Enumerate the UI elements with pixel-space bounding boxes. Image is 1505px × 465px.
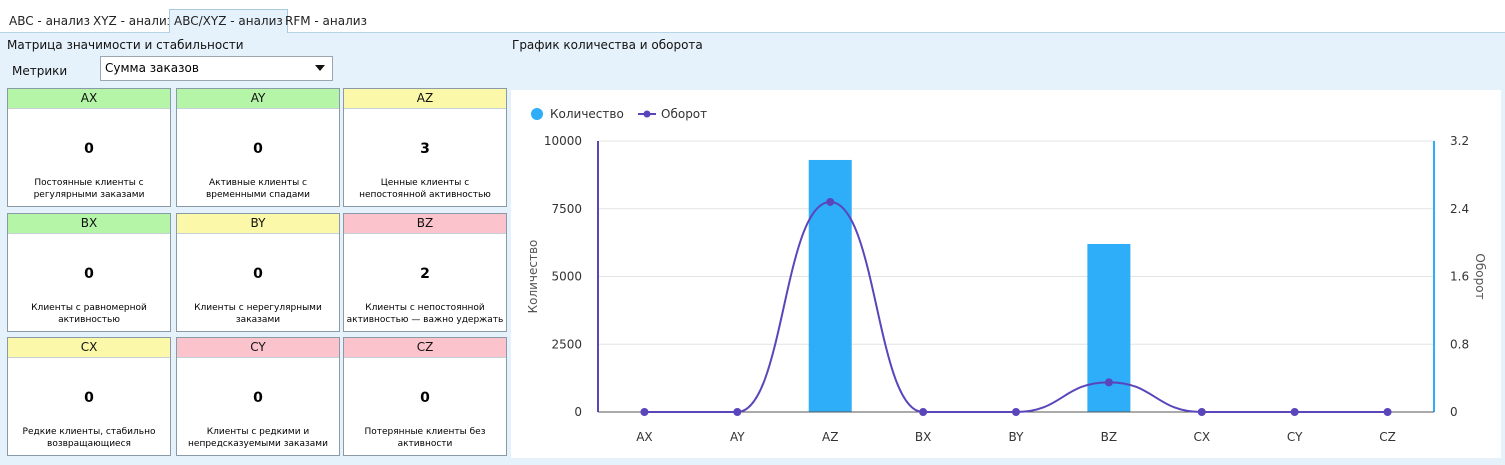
matrix-cell-value: 0 [253, 266, 263, 282]
turnover-point-cz [1383, 408, 1392, 416]
matrix-cell-by[interactable]: BY 0 Клиенты с нерегулярными заказами [176, 213, 340, 332]
matrix-cell-header: AZ [344, 89, 506, 109]
matrix-cell-value: 0 [84, 390, 94, 406]
matrix-cell-description: Клиенты с равномерной активностью [31, 303, 147, 325]
matrix-title: Матрица значимости и стабильности [7, 38, 244, 52]
matrix-cell-header: CZ [344, 338, 506, 358]
matrix-cell-ay[interactable]: AY 0 Активные клиенты с временными спадами [176, 88, 340, 207]
y2-tick-label: 0 [1450, 405, 1458, 419]
matrix-cell-header: BY [177, 214, 339, 234]
turnover-point-ax [640, 408, 649, 416]
matrix-cell-description: Клиенты с редкими и непредсказуемыми зак… [188, 427, 328, 449]
x-tick-label: CX [1193, 430, 1210, 444]
tab-xyz[interactable]: XYZ - анализ [89, 11, 177, 33]
x-tick-label: AZ [822, 430, 838, 444]
y-tick-label: 10000 [544, 134, 582, 148]
y2-tick-label: 1.6 [1450, 270, 1469, 284]
turnover-point-bx [919, 408, 928, 416]
matrix-cell-header: AX [8, 89, 170, 109]
matrix-cell-cx[interactable]: CX 0 Редкие клиенты, стабильно возвращающи… [7, 337, 171, 456]
matrix-cell-bz[interactable]: BZ 2 Клиенты с непостоянной активностью — … [343, 213, 507, 332]
turnover-line [644, 200, 1388, 414]
y-tick-label: 5000 [551, 270, 582, 284]
matrix-cell-description: Постоянные клиенты с регулярными заказам… [33, 178, 145, 200]
bar-bz [1087, 243, 1131, 412]
x-tick-label: CY [1287, 430, 1303, 444]
y-tick-label: 2500 [551, 337, 582, 351]
matrix-cell-bx[interactable]: BX 0 Клиенты с равномерной активностью [7, 213, 171, 332]
quantity-turnover-chart: 0 2500 5000 7500 10000 0 0.8 1.6 2.4 3.2 AX AY AZ BX B… [526, 107, 1487, 444]
x-tick-label: BZ [1101, 430, 1117, 444]
analysis-panel: Матрица значимости и стабильности График… [0, 33, 1505, 465]
turnover-point-bz [1104, 378, 1113, 387]
y-tick-label: 0 [574, 405, 582, 419]
turnover-point-by [1012, 408, 1020, 416]
bar-az [808, 159, 852, 412]
y2-tick-label: 0.8 [1450, 337, 1469, 351]
turnover-point-az [826, 197, 835, 206]
x-tick-label: BY [1009, 430, 1025, 444]
x-tick-label: BX [915, 430, 931, 444]
matrix-cell-header: AY [177, 89, 339, 109]
legend-label-turnover: Оборот [661, 107, 707, 121]
tab-abc-xyz[interactable]: ABC/XYZ - анализ [169, 9, 288, 33]
x-tick-label: AY [730, 430, 745, 444]
matrix-cell-description: Ценные клиенты с непостоянной активность… [359, 178, 491, 200]
x-tick-label: AX [636, 430, 652, 444]
tab-abc[interactable]: ABC - анализ [5, 11, 94, 33]
matrix-cell-description: Потерянные клиенты без активности [364, 427, 486, 449]
matrix-cell-description: Активные клиенты с временными спадами [206, 178, 310, 200]
legend-line-dot [643, 110, 651, 118]
matrix-cell-value: 0 [253, 141, 263, 157]
y2-tick-label: 2.4 [1450, 202, 1469, 216]
matrix-cell-header: CX [8, 338, 170, 358]
metrics-dropdown[interactable]: Сумма заказов [100, 56, 333, 81]
matrix-cell-value: 0 [420, 390, 430, 406]
matrix-cell-header: BZ [344, 214, 506, 234]
matrix-cell-header: BX [8, 214, 170, 234]
matrix-cell-value: 0 [84, 266, 94, 282]
turnover-point-cx [1197, 408, 1206, 416]
matrix-cell-description: Редкие клиенты, стабильно возвращающиеся [22, 427, 156, 449]
matrix-cell-az[interactable]: AZ 3 Ценные клиенты с непостоянной активно… [343, 88, 507, 207]
legend-bar-marker [531, 108, 543, 120]
y2-axis-title: Оборот [1473, 253, 1487, 299]
metrics-label: Метрики [12, 64, 68, 78]
metrics-selected-value: Сумма заказов [105, 61, 199, 75]
matrix-cell-header: CY [177, 338, 339, 358]
matrix-cell-value: 0 [253, 390, 263, 406]
tab-strip: ABC - анализ XYZ - анализ ABC/XYZ - анал… [0, 0, 1505, 33]
matrix-cell-value: 3 [420, 141, 430, 157]
matrix-cell-value: 2 [420, 266, 430, 282]
chart-container: 0 2500 5000 7500 10000 0 0.8 1.6 2.4 3.2 AX AY AZ BX B… [511, 90, 1501, 458]
matrix-cell-value: 0 [84, 141, 94, 157]
legend-label-quantity: Количество [550, 107, 624, 121]
y2-tick-label: 3.2 [1450, 134, 1469, 148]
matrix-cell-description: Клиенты с нерегулярными заказами [194, 303, 322, 325]
matrix-cell-cz[interactable]: CZ 0 Потерянные клиенты без активности [343, 337, 507, 456]
y-axis-title: Количество [526, 240, 540, 314]
y-tick-label: 7500 [551, 202, 582, 216]
chevron-down-icon [315, 65, 325, 71]
tab-rfm[interactable]: RFM - анализ [281, 11, 371, 33]
turnover-point-ay [733, 408, 742, 416]
chart-title: График количества и оборота [512, 38, 703, 52]
turnover-point-cy [1290, 408, 1299, 416]
matrix-cell-cy[interactable]: CY 0 Клиенты с редкими и непредсказуемыми … [176, 337, 340, 456]
matrix-cell-description: Клиенты с непостоянной активностью — важ… [346, 303, 504, 325]
x-tick-label: CZ [1379, 430, 1396, 444]
matrix-cell-ax[interactable]: AX 0 Постоянные клиенты с регулярными зака… [7, 88, 171, 207]
